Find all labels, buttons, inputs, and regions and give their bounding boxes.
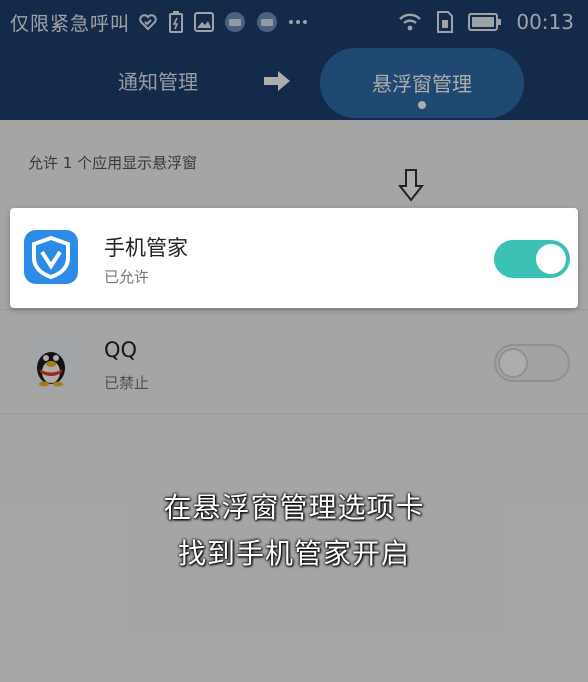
right-arrow-icon: [262, 70, 292, 96]
penguin-icon: [24, 336, 78, 390]
toggle-knob: [498, 348, 528, 378]
tab-bar: 通知管理 悬浮窗管理: [0, 44, 588, 120]
down-arrow-icon: [397, 168, 425, 206]
wifi-icon: [398, 12, 422, 32]
carrier-text: 仅限紧急呼叫: [10, 12, 131, 35]
status-bar: 仅限紧急呼叫 00:13: [0, 0, 588, 44]
sim-icon: [436, 11, 454, 33]
shield-v-icon: [24, 230, 78, 284]
tab-float-label: 悬浮窗管理: [372, 72, 472, 96]
permission-toggle[interactable]: [494, 240, 570, 278]
battery-alert-icon: [168, 11, 184, 33]
heart-shield-icon: [138, 12, 158, 32]
clock: 00:13: [516, 10, 574, 34]
tutorial-caption-line1: 在悬浮窗管理选项卡: [163, 491, 425, 524]
tab-notification-management[interactable]: 通知管理: [118, 66, 218, 96]
app-badge-icon: [224, 11, 246, 33]
app-status: 已允许: [104, 268, 150, 286]
active-tab-indicator: [418, 101, 426, 109]
app-name: QQ: [104, 338, 138, 362]
highlighted-app-row[interactable]: 手机管家 已允许: [10, 208, 578, 308]
more-dots-icon: [288, 19, 308, 25]
tutorial-caption-line2: 找到手机管家开启: [177, 537, 410, 570]
section-label: 允许 1 个应用显示悬浮窗: [28, 154, 198, 172]
app-status: 已禁止: [104, 374, 150, 392]
list-item[interactable]: QQ 已禁止: [0, 310, 588, 414]
app-list-section: 允许 1 个应用显示悬浮窗 手机管家 已允许 QQ 已禁止: [0, 120, 588, 682]
image-icon: [194, 12, 215, 32]
app-badge-icon: [256, 11, 278, 33]
app-name: 手机管家: [104, 236, 188, 260]
battery-icon: [468, 13, 502, 31]
permission-toggle[interactable]: [494, 344, 570, 382]
toggle-knob: [536, 244, 566, 274]
